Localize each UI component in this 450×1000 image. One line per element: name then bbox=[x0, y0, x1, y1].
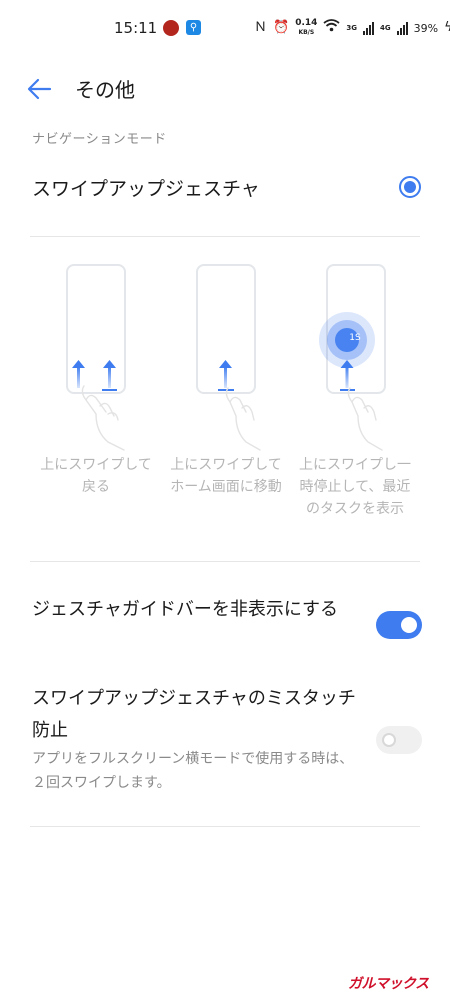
gesture-home-illustration bbox=[196, 264, 261, 451]
page-title: その他 bbox=[75, 78, 135, 102]
gesture-back-caption: 上にスワイプして 戻る bbox=[40, 457, 152, 495]
swipe-arrow-icon bbox=[218, 360, 261, 451]
gesture-back-illustration bbox=[66, 264, 126, 451]
signal-icon-2 bbox=[396, 21, 408, 35]
mistouch-toggle[interactable] bbox=[376, 726, 422, 754]
charging-icon: ϟ bbox=[444, 20, 450, 35]
gesture-recent-caption: 上にスワイプし一 時停止して、最近 のタスクを表示 bbox=[299, 457, 411, 517]
status-icons: Ｎ ⏰ 0.14 KB/S 3G 4G 39% ϟ bbox=[254, 18, 450, 38]
app-notification-icon bbox=[163, 20, 179, 36]
divider bbox=[30, 826, 420, 827]
arrow-left-icon bbox=[27, 78, 52, 100]
watermark-logo: ガルマックス bbox=[348, 976, 429, 992]
network-type-2: 4G bbox=[380, 24, 391, 32]
battery-level: 39% bbox=[413, 21, 439, 35]
signal-icon bbox=[363, 21, 375, 35]
hide-gesture-bar-toggle[interactable] bbox=[376, 611, 422, 639]
nfc-icon: Ｎ bbox=[254, 20, 268, 35]
swipe-gesture-option[interactable]: スワイプアップジェスチャ bbox=[0, 160, 450, 216]
wifi-icon bbox=[323, 18, 340, 38]
status-bar: 15:11 ⚲ Ｎ ⏰ 0.14 KB/S 3G 4G 39% ϟ bbox=[0, 0, 450, 56]
swipe-hold-icon bbox=[319, 312, 383, 451]
option-label: スワイプアップジェスチャ bbox=[32, 178, 260, 200]
gesture-home-caption: 上にスワイプして ホーム画面に移動 bbox=[170, 457, 282, 495]
hold-duration-label: 1S bbox=[349, 333, 361, 343]
network-type-1: 3G bbox=[346, 24, 358, 32]
app-header: その他 bbox=[0, 68, 450, 112]
divider bbox=[30, 236, 420, 237]
alarm-icon: ⏰ bbox=[273, 20, 290, 35]
selected-radio-icon[interactable] bbox=[399, 176, 421, 198]
usb-icon: ⚲ bbox=[186, 20, 201, 35]
section-label: ナビゲーションモード bbox=[32, 132, 167, 147]
divider bbox=[30, 561, 420, 562]
mistouch-label: スワイプアップジェスチャのミスタッチ防止 bbox=[32, 688, 356, 741]
hide-gesture-bar-label: ジェスチャガイドバーを非表示にする bbox=[32, 599, 338, 620]
back-button[interactable] bbox=[26, 77, 52, 101]
network-speed: 0.14 KB/S bbox=[295, 18, 318, 37]
swipe-arrows-icon bbox=[72, 360, 125, 451]
status-time: 15:11 bbox=[114, 19, 158, 37]
gesture-recent-illustration: 1S bbox=[319, 264, 386, 451]
mistouch-description: アプリをフルスクリーン横モードで使用する時は、２回スワイプします。 bbox=[32, 751, 354, 791]
